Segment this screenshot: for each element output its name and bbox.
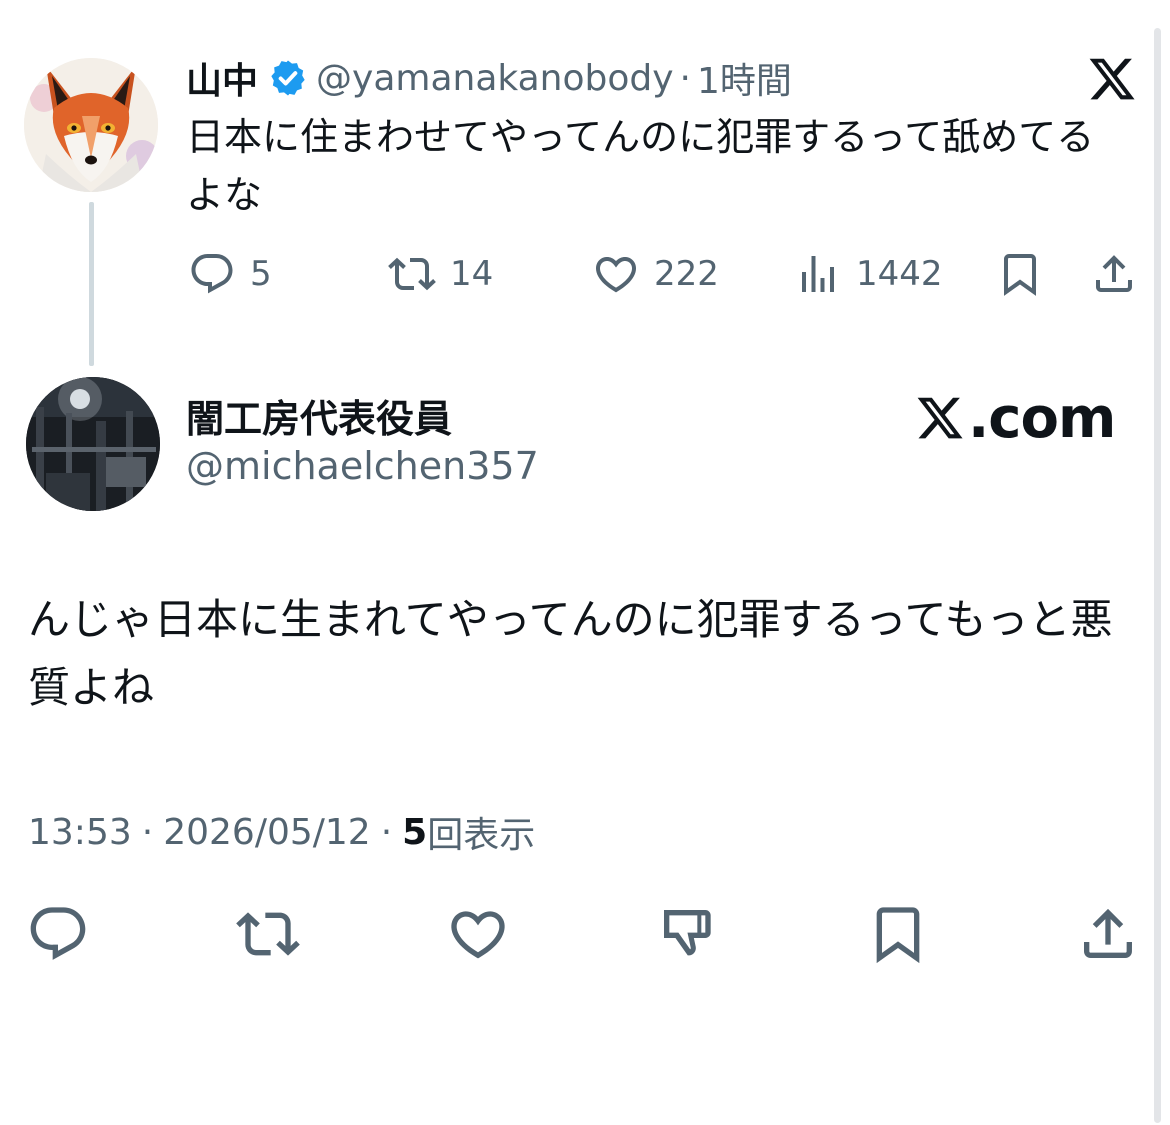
separator: · (380, 811, 393, 853)
like-count: 222 (654, 254, 719, 294)
view-label: 回表示 (427, 815, 536, 856)
views-count: 1442 (856, 254, 943, 294)
repost-button[interactable]: 14 (388, 248, 493, 300)
x-com-logo: .com (914, 385, 1116, 451)
factory-avatar-image (26, 377, 160, 511)
thread-line (89, 202, 94, 366)
avatar[interactable] (24, 58, 158, 192)
reply-button[interactable]: 5 (188, 248, 272, 300)
tweet-header: 山中 @yamanakanobody · 1時間 (186, 50, 792, 106)
x-logo-icon (917, 397, 963, 439)
handle[interactable]: @michaelchen357 (186, 444, 539, 488)
bookmark-icon (1004, 254, 1036, 296)
bookmark-icon (876, 907, 920, 964)
like-icon (451, 911, 505, 959)
tweet-text: んじゃ日本に生まれてやってんのに犯罪するってもっと悪質よね (28, 595, 1113, 712)
avatar[interactable] (26, 377, 160, 511)
tweet-date[interactable]: 2026/05/12 (163, 812, 371, 853)
tweet-time[interactable]: 13:53 (28, 812, 132, 853)
display-name[interactable]: 山中 (186, 52, 258, 104)
reply-button[interactable] (26, 902, 90, 966)
views-button[interactable]: 1442 (794, 248, 943, 300)
views-icon (802, 256, 834, 292)
view-count: 5 (402, 811, 428, 853)
reply-icon (191, 254, 233, 294)
handle[interactable]: @yamanakanobody (316, 58, 674, 99)
repost-count: 14 (450, 254, 494, 294)
bookmark-button[interactable] (996, 248, 1044, 300)
reply-count: 5 (250, 254, 272, 294)
timestamp[interactable]: 1時間 (697, 52, 792, 104)
reply-icon (30, 907, 86, 960)
dislike-button[interactable] (656, 902, 720, 966)
share-icon (1084, 908, 1132, 958)
separator: · (141, 811, 154, 853)
share-icon (1096, 255, 1132, 292)
like-icon (595, 257, 637, 293)
tweet-text: 日本に住まわせてやってんのに犯罪するって舐めてるよな (186, 115, 1095, 217)
x-logo-icon (1089, 58, 1135, 100)
like-button[interactable] (446, 902, 510, 966)
scrollbar[interactable] (1154, 28, 1161, 1123)
verified-badge-icon[interactable] (268, 58, 308, 98)
repost-icon (236, 912, 300, 956)
separator: · (679, 57, 691, 99)
dislike-icon (664, 910, 711, 956)
display-name[interactable]: 闇工房代表役員 (186, 388, 452, 443)
bookmark-button[interactable] (866, 902, 930, 966)
repost-button[interactable] (236, 902, 300, 966)
tweet-meta: 13:53 · 2026/05/12 · 5 回表示 (28, 806, 535, 858)
like-button[interactable]: 222 (592, 248, 719, 300)
fox-avatar-image (24, 58, 158, 192)
share-button[interactable] (1076, 902, 1140, 966)
share-button[interactable] (1090, 248, 1138, 300)
x-com-label: .com (968, 385, 1116, 451)
repost-icon (388, 257, 436, 291)
